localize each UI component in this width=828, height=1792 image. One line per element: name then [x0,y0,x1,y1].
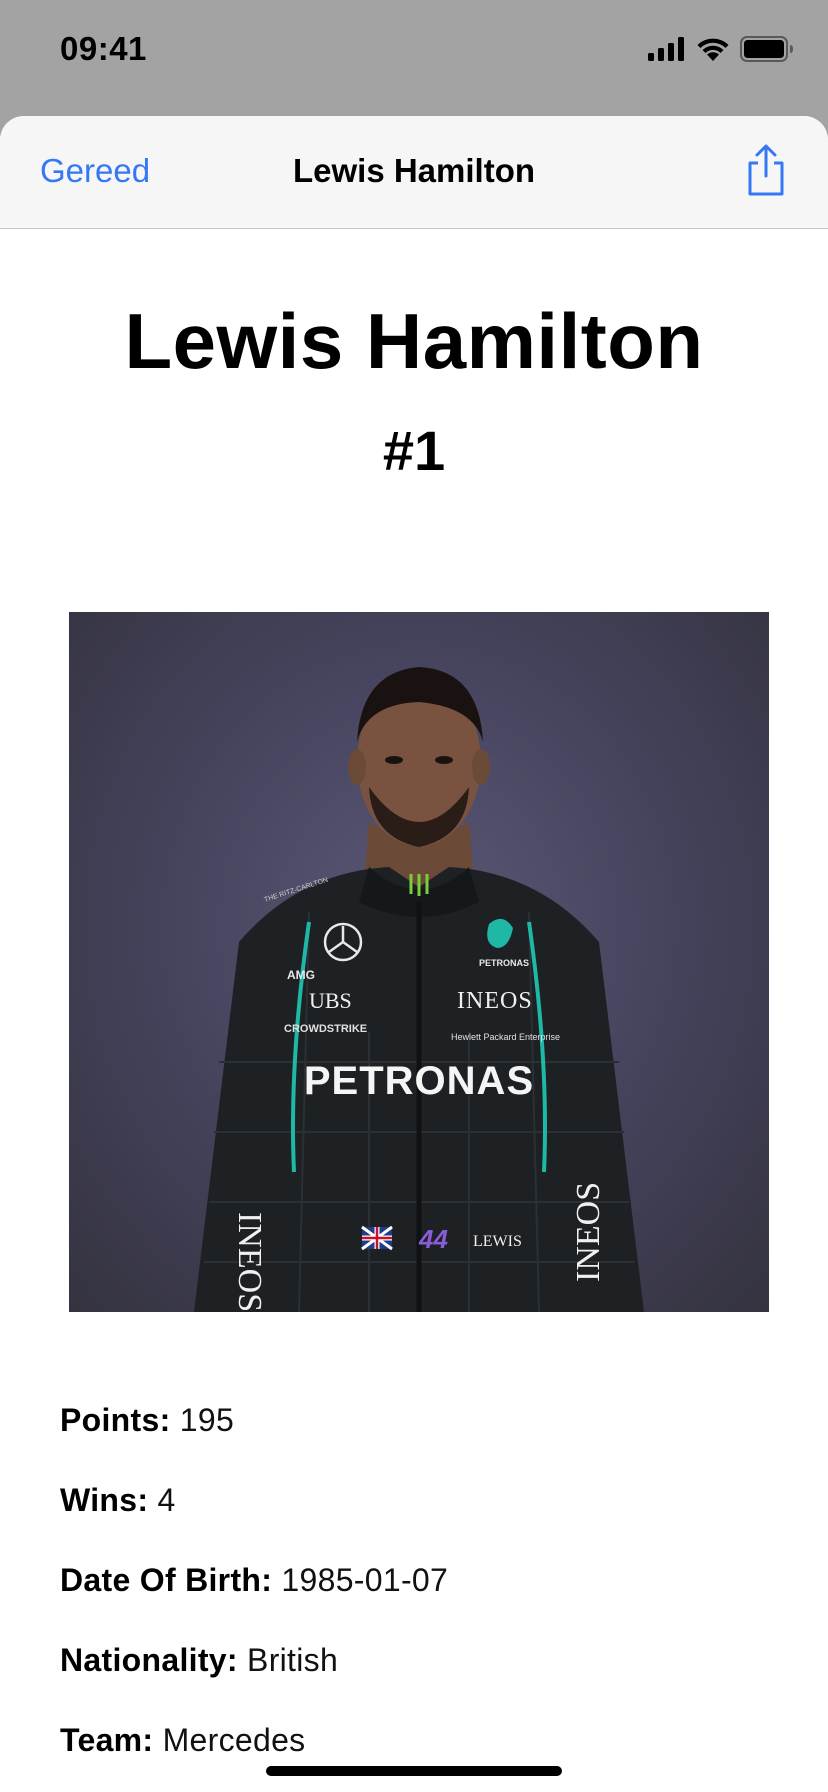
stat-label: Date Of Birth: [60,1562,273,1598]
navigation-bar: Gereed Lewis Hamilton [0,116,828,229]
stat-team: Team: Mercedes [60,1720,448,1792]
driver-portrait-illustration: AMG PETRONAS UBS INEOS CROWDSTRIKE Hewle… [194,667,644,1312]
driver-name: Lewis Hamilton [124,297,704,385]
share-button[interactable] [738,142,794,198]
stat-value: British [247,1642,339,1678]
suit-car-number-text: 44 [418,1224,448,1254]
suit-driver-tag-text: LEWIS [473,1233,522,1250]
suit-ineos-text: INEOS [457,988,533,1014]
done-button[interactable]: Gereed [40,152,150,190]
stat-value: 195 [179,1402,235,1438]
battery-icon [740,36,794,67]
status-time: 09:41 [60,30,147,67]
suit-ubs-text: UBS [309,988,352,1013]
suit-petronas-text: PETRONAS [304,1059,534,1103]
stat-nationality: Nationality: British [60,1640,448,1720]
status-bar: 09:41 [0,0,828,116]
stat-wins: Wins: 4 [60,1480,448,1560]
suit-crowdstrike-text: CROWDSTRIKE [284,1023,367,1035]
stat-label: Points: [60,1402,171,1438]
stat-value: Mercedes [162,1722,306,1758]
detail-sheet: Gereed Lewis Hamilton Lewis Hamilton #1 [0,116,828,1792]
wifi-icon [696,36,730,67]
suit-amg-text: AMG [287,968,315,982]
suit-sleeve-left-text: INEOS [231,1212,268,1312]
stat-label: Nationality: [60,1642,238,1678]
driver-stats: Points: 195 Wins: 4 Date Of Birth: 1985-… [60,1400,448,1792]
driver-photo: AMG PETRONAS UBS INEOS CROWDSTRIKE Hewle… [69,612,769,1312]
stat-value: 4 [157,1482,176,1518]
cellular-signal-icon [648,37,686,66]
stat-label: Team: [60,1722,154,1758]
driver-number: #1 [382,419,446,482]
stat-value: 1985-01-07 [281,1562,449,1598]
home-indicator[interactable] [266,1766,562,1776]
suit-sleeve-right-text: INEOS [570,1182,607,1282]
stat-date-of-birth: Date Of Birth: 1985-01-07 [60,1560,448,1640]
status-icons [648,36,794,67]
suit-petronas-small-text: PETRONAS [479,958,529,968]
share-icon [738,144,794,201]
stat-points: Points: 195 [60,1400,448,1480]
suit-hpe-text: Hewlett Packard Enterprise [451,1032,560,1042]
stat-label: Wins: [60,1482,149,1518]
